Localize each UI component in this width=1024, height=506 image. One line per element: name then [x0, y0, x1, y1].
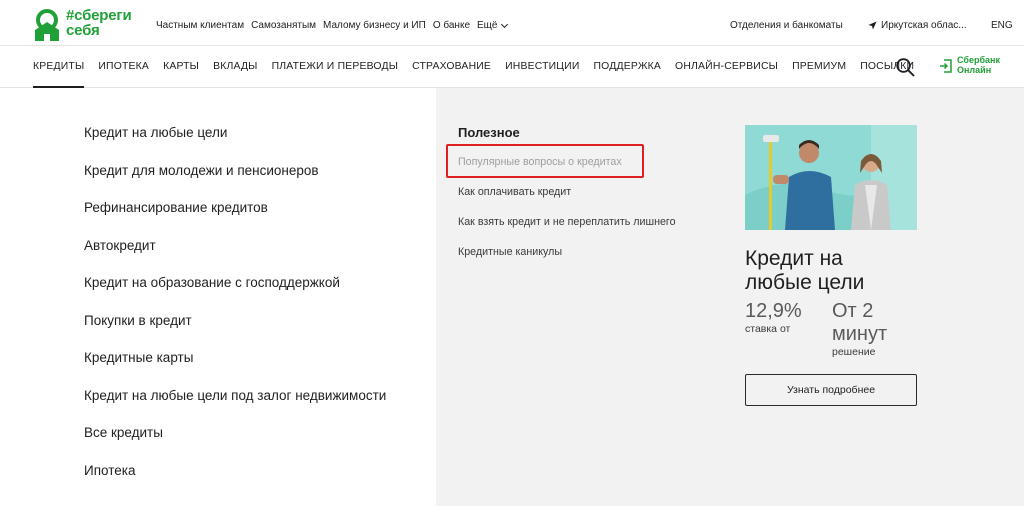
top-nav-more-label: Ещё [477, 20, 498, 31]
credit-menu-list: Кредит на любые цели Кредит для молодежи… [84, 126, 386, 501]
login-icon [940, 58, 952, 73]
branches-link[interactable]: Отделения и банкоматы [730, 20, 843, 31]
logo-text-line2: себя [66, 22, 100, 39]
main-nav-mortgage[interactable]: ИПОТЕКА [98, 61, 149, 72]
sberbank-online-button[interactable]: Сбербанк Онлайн [939, 55, 1000, 75]
city-label: Иркутская облас... [881, 20, 967, 31]
top-nav-more[interactable]: Ещё [477, 20, 509, 31]
main-nav-credits[interactable]: КРЕДИТЫ [33, 61, 85, 88]
logo-icon [35, 9, 59, 41]
credit-menu-item[interactable]: Автокредит [84, 238, 386, 277]
main-nav-premium[interactable]: ПРЕМИУМ [792, 61, 846, 72]
useful-link-no-overpay[interactable]: Как взять кредит и не переплатить лишнег… [458, 216, 676, 228]
credit-menu-item[interactable]: Кредит на образование с господдержкой [84, 276, 386, 314]
promo-rate-value: 12,9% [745, 300, 802, 322]
top-nav-business[interactable]: Малому бизнесу и ИП [323, 20, 426, 31]
main-nav-payments[interactable]: ПЛАТЕЖИ И ПЕРЕВОДЫ [272, 61, 399, 72]
promo-illustration [745, 125, 917, 230]
useful-link-credit-holidays[interactable]: Кредитные каникулы [458, 246, 562, 258]
language-switch[interactable]: ENG [991, 20, 1013, 31]
main-nav: КРЕДИТЫ ИПОТЕКА КАРТЫ ВКЛАДЫ ПЛАТЕЖИ И П… [0, 46, 1024, 88]
highlight-box [446, 144, 644, 178]
main-nav-investments[interactable]: ИНВЕСТИЦИИ [505, 61, 579, 72]
credit-menu-panel: Кредит на любые цели Кредит для молодежи… [0, 88, 436, 506]
credit-menu-item[interactable]: Рефинансирование кредитов [84, 201, 386, 239]
main-nav-cards[interactable]: КАРТЫ [163, 61, 199, 72]
promo-title: Кредит на любые цели [745, 247, 864, 295]
learn-more-button[interactable]: Узнать подробнее [745, 374, 917, 406]
city-selector[interactable]: Иркутская облас... [868, 20, 967, 31]
useful-link-how-to-pay[interactable]: Как оплачивать кредит [458, 186, 571, 198]
main-nav-deposits[interactable]: ВКЛАДЫ [213, 61, 258, 72]
promo-time-line1: От 2 [832, 300, 874, 322]
top-nav: Частным клиентам Самозанятым Малому бизн… [156, 20, 514, 31]
credit-menu-item[interactable]: Ипотека [84, 463, 386, 502]
search-icon[interactable] [895, 57, 915, 77]
logo[interactable]: #сбереги себя [32, 7, 132, 42]
promo-rate-label: ставка от [745, 323, 791, 335]
promo-time-line2: минут [832, 323, 888, 345]
credit-menu-item[interactable]: Кредит для молодежи и пенсионеров [84, 163, 386, 202]
promo-image [745, 125, 917, 230]
credit-menu-item[interactable]: Кредитные карты [84, 351, 386, 389]
top-nav-private[interactable]: Частным клиентам [156, 20, 244, 31]
credit-menu-item[interactable]: Покупки в кредит [84, 313, 386, 352]
chevron-down-icon [501, 20, 509, 28]
promo-title-line1: Кредит на [745, 247, 843, 270]
main-nav-online-services[interactable]: ОНЛАЙН-СЕРВИСЫ [675, 61, 778, 72]
top-nav-selfemployed[interactable]: Самозанятым [251, 20, 316, 31]
useful-title: Полезное [458, 125, 520, 140]
main-nav-insurance[interactable]: СТРАХОВАНИЕ [412, 61, 491, 72]
promo-time-label: решение [832, 346, 876, 358]
credit-menu-item[interactable]: Все кредиты [84, 426, 386, 464]
credit-menu-item[interactable]: Кредит на любые цели [84, 126, 386, 164]
top-nav-about[interactable]: О банке [433, 20, 470, 31]
top-bar: #сбереги себя Частным клиентам Самозанят… [0, 0, 1024, 46]
online-line2: Онлайн [957, 64, 992, 75]
credit-menu-item[interactable]: Кредит на любые цели под залог недвижимо… [84, 388, 386, 427]
promo-title-line2: любые цели [745, 271, 865, 294]
main-nav-support[interactable]: ПОДДЕРЖКА [594, 61, 662, 72]
logo-text-line1: #сбереги [66, 7, 132, 24]
location-arrow-icon [868, 21, 877, 30]
